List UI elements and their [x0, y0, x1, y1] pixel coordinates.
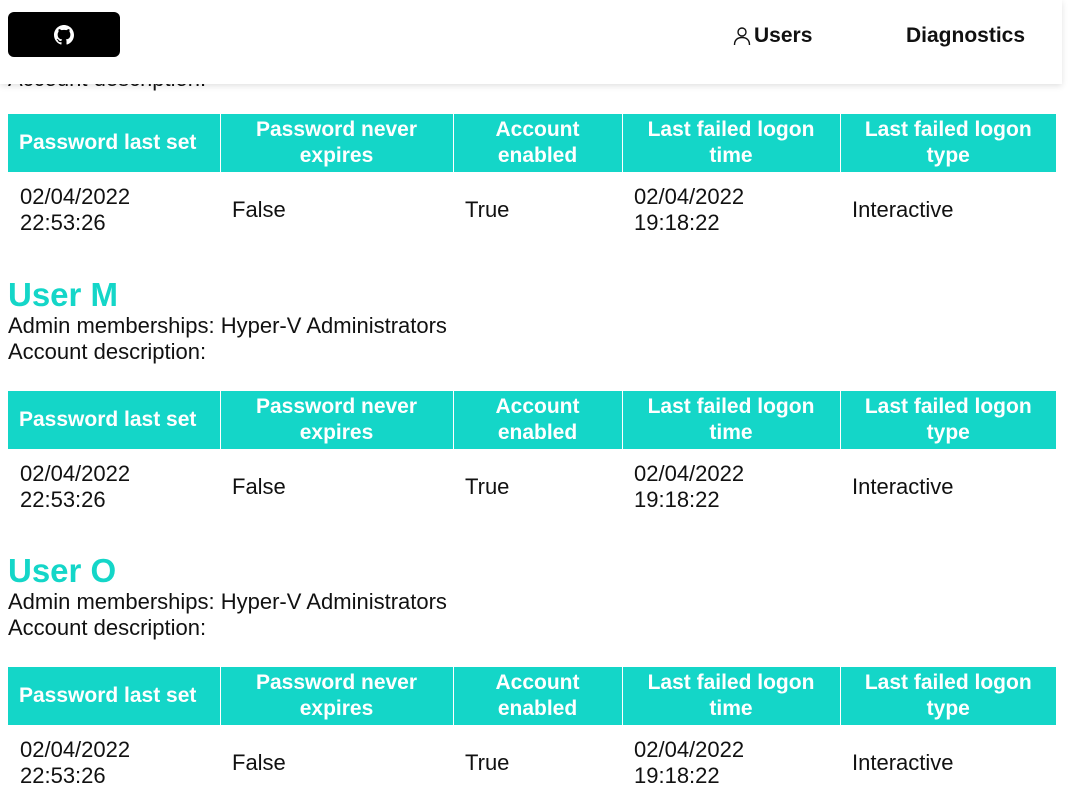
nav-users-label: Users: [754, 24, 813, 47]
cell-last-failed-logon-time: 02/04/2022 19:18:22: [634, 461, 745, 512]
user-name: User M: [8, 276, 119, 313]
cell-password-last-set: 02/04/2022 22:53:26: [20, 737, 131, 788]
github-icon: [54, 24, 74, 45]
admin-memberships-value: Hyper-V Administrators: [220, 589, 447, 614]
user-table: Password last set Password never expires…: [8, 114, 1056, 248]
table-row: 02/04/2022 22:53:26 False True 02/04/202…: [8, 172, 1056, 248]
header-password-last-set: Password last set: [8, 114, 221, 172]
account-description: Account description:: [8, 615, 1056, 641]
cell-account-enabled: True: [465, 197, 510, 222]
header-account-enabled: Account enabled: [453, 667, 623, 725]
cell-password-last-set: 02/04/2022 22:53:26: [20, 461, 131, 512]
header-password-never-expires: Password never expires: [220, 114, 454, 172]
header-password-last-set: Password last set: [8, 391, 221, 449]
header-last-failed-logon-type: Last failed logon type: [840, 391, 1056, 449]
cell-last-failed-logon-time: 02/04/2022 19:18:22: [634, 184, 745, 235]
account-description: Account description:: [8, 339, 1056, 365]
header-last-failed-logon-type: Last failed logon type: [840, 667, 1056, 725]
admin-memberships-value: Hyper-V Administrators: [220, 313, 447, 338]
header-last-failed-logon-time: Last failed logon time: [622, 114, 841, 172]
table-row: 02/04/2022 22:53:26 False True 02/04/202…: [8, 725, 1056, 801]
admin-memberships: Admin memberships: Hyper-V Administrator…: [8, 589, 1056, 615]
cell-password-never-expires: False: [232, 750, 286, 775]
account-description-label: Account description:: [8, 615, 207, 640]
user-table: Password last set Password never expires…: [8, 391, 1056, 525]
table-row: 02/04/2022 22:53:26 False True 02/04/202…: [8, 449, 1056, 525]
cell-last-failed-logon-type: Interactive: [852, 197, 954, 222]
header-password-never-expires: Password never expires: [220, 391, 454, 449]
user-table: Password last set Password never expires…: [8, 667, 1056, 801]
header-password-last-set: Password last set: [8, 667, 221, 725]
cell-last-failed-logon-type: Interactive: [852, 750, 954, 775]
user-name: User O: [8, 552, 117, 589]
user-section: User M Admin memberships: Hyper-V Admini…: [8, 277, 1056, 365]
nav-diagnostics-link[interactable]: Diagnostics: [906, 24, 1025, 48]
header-account-enabled: Account enabled: [453, 114, 623, 172]
header-account-enabled: Account enabled: [453, 391, 623, 449]
table-header-row: Password last set Password never expires…: [8, 114, 1056, 172]
cell-password-never-expires: False: [232, 474, 286, 499]
top-navigation-bar: Users Diagnostics: [0, 0, 1062, 84]
account-description-label: Account description:: [8, 339, 207, 364]
admin-memberships-label: Admin memberships:: [8, 589, 221, 614]
github-button[interactable]: [8, 12, 120, 57]
cell-last-failed-logon-time: 02/04/2022 19:18:22: [634, 737, 745, 788]
admin-memberships: Admin memberships: Hyper-V Administrator…: [8, 313, 1056, 339]
nav-users-link[interactable]: Users: [732, 24, 812, 48]
user-icon: [733, 27, 751, 46]
header-last-failed-logon-time: Last failed logon time: [622, 391, 841, 449]
cell-last-failed-logon-type: Interactive: [852, 474, 954, 499]
header-password-never-expires: Password never expires: [220, 667, 454, 725]
table-header-row: Password last set Password never expires…: [8, 391, 1056, 449]
page-content: Account description: Password last set P…: [0, 0, 1070, 812]
user-section: User O Admin memberships: Hyper-V Admini…: [8, 553, 1056, 641]
cell-account-enabled: True: [465, 474, 510, 499]
header-last-failed-logon-time: Last failed logon time: [622, 667, 841, 725]
table-header-row: Password last set Password never expires…: [8, 667, 1056, 725]
cell-password-never-expires: False: [232, 197, 286, 222]
cell-password-last-set: 02/04/2022 22:53:26: [20, 184, 131, 235]
admin-memberships-label: Admin memberships:: [8, 313, 221, 338]
cell-account-enabled: True: [465, 750, 510, 775]
header-last-failed-logon-type: Last failed logon type: [840, 114, 1056, 172]
